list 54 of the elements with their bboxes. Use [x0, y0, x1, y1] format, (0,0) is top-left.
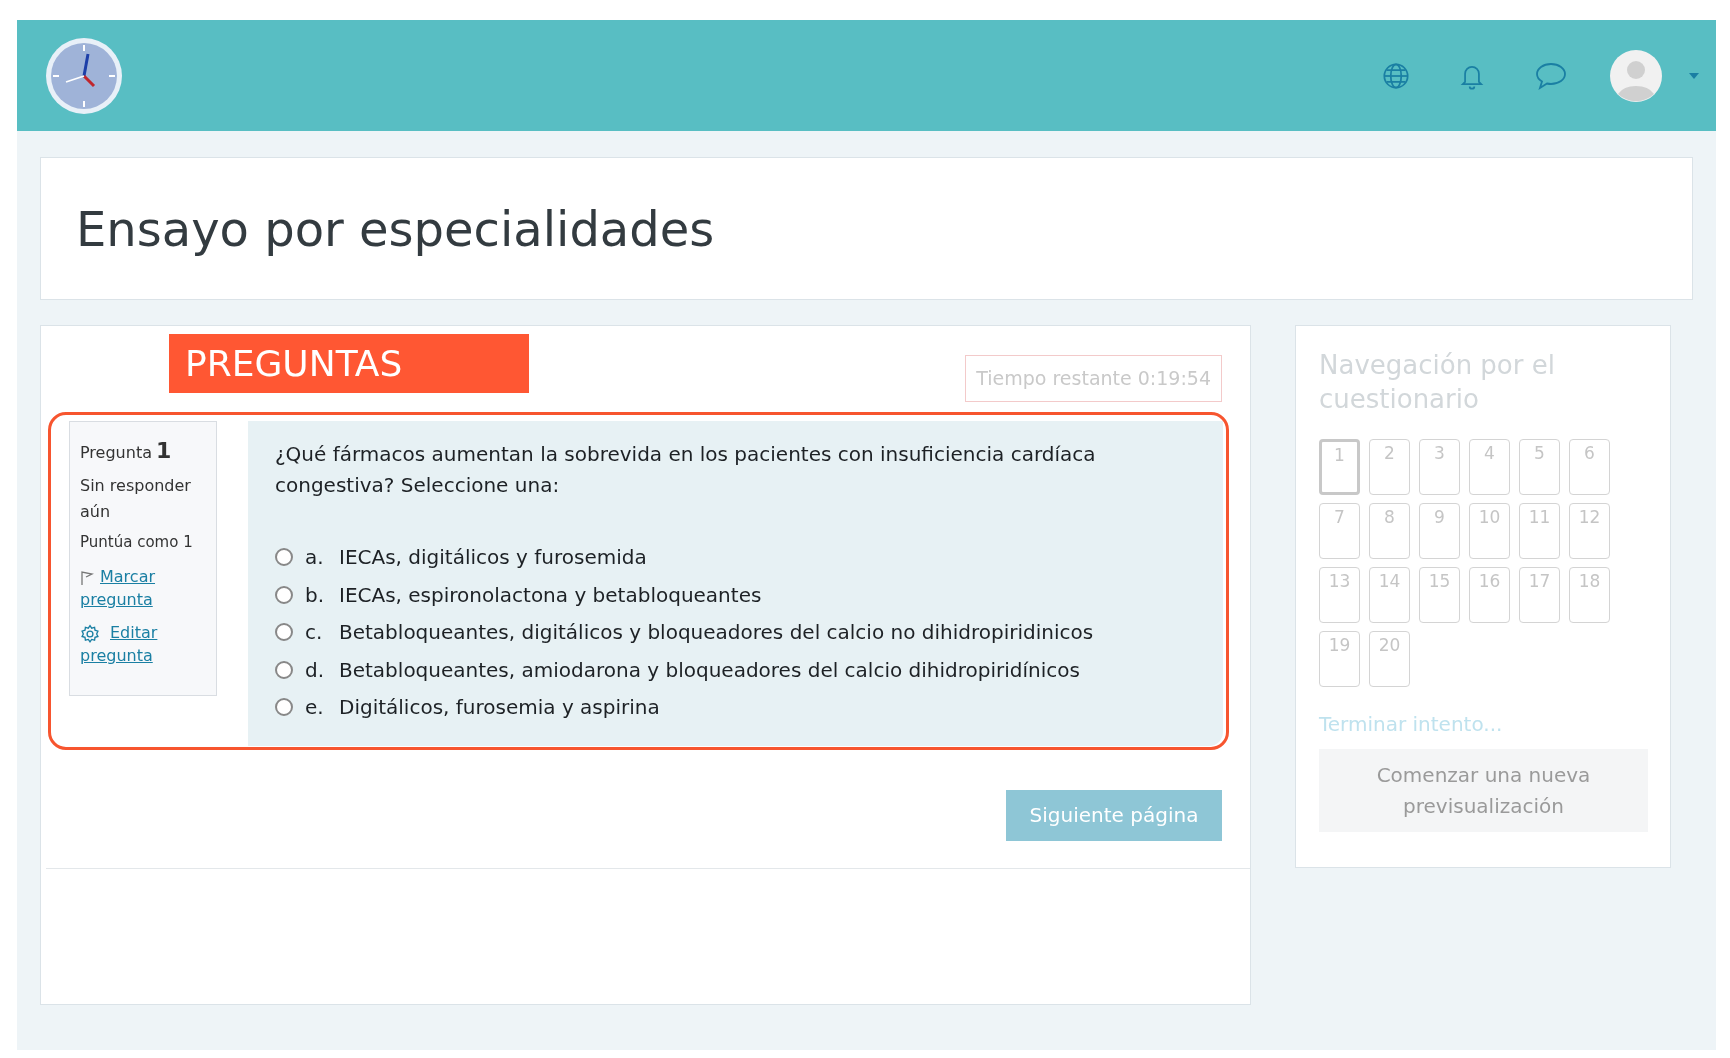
option-letter: e.	[305, 694, 325, 722]
radio-button[interactable]	[275, 660, 293, 679]
question-nav-button[interactable]: 1	[1319, 439, 1360, 495]
next-page-button[interactable]: Siguiente página	[1006, 789, 1222, 841]
question-nav-button[interactable]: 4	[1469, 439, 1510, 495]
question-nav-button[interactable]: 13	[1319, 567, 1360, 623]
question-nav-button[interactable]: 5	[1519, 439, 1560, 495]
question-nav-button[interactable]: 10	[1469, 503, 1510, 559]
question-nav-button[interactable]: 8	[1369, 503, 1410, 559]
option-label[interactable]: IECAs, digitálicos y furosemida	[339, 542, 647, 573]
question-nav-button[interactable]: 11	[1519, 503, 1560, 559]
question-label: Pregunta	[80, 441, 152, 464]
option-label[interactable]: IECAs, espironolactona y betabloqueantes	[339, 579, 762, 610]
option-label[interactable]: Betabloqueantes, digitálicos y bloqueadores del calcio no dihidropiridinicos	[339, 617, 1094, 648]
globe-icon[interactable]	[1382, 61, 1410, 90]
radio-button[interactable]	[275, 585, 293, 604]
finish-attempt-link[interactable]: Terminar intento...	[1319, 709, 1647, 739]
option-label[interactable]: Betabloqueantes, amiodarona y bloqueadores del calcio dihidropiridínicos	[339, 654, 1080, 685]
radio-button[interactable]	[275, 623, 293, 642]
page-title: Ensayo por especialidades	[76, 199, 715, 259]
question-nav-button[interactable]: 18	[1569, 567, 1610, 623]
question-nav-button[interactable]: 16	[1469, 567, 1510, 623]
question-nav-button[interactable]: 3	[1419, 439, 1460, 495]
option-letter: a.	[305, 544, 325, 572]
chat-bubble-icon[interactable]	[1534, 60, 1568, 91]
settings-icon	[80, 623, 100, 644]
question-nav-button[interactable]: 9	[1419, 503, 1460, 559]
question-text: ¿Qué fármacos aumentan la sobrevida en los pacientes con insuficiencia cardíaca congestiva? Seleccione una:	[275, 440, 1097, 499]
option-letter: c.	[305, 619, 324, 647]
edit-question-link[interactable]: Editar pregunta	[80, 621, 206, 667]
flag-question-link[interactable]: Marcar pregunta	[80, 565, 206, 611]
caret-icon[interactable]	[1689, 72, 1699, 79]
new-preview-button[interactable]: Comenzar una nueva previsualización	[1319, 749, 1648, 832]
question-nav-button[interactable]: 14	[1369, 567, 1410, 623]
clock-logo-icon[interactable]	[44, 35, 124, 116]
question-nav-button[interactable]: 20	[1369, 631, 1410, 687]
option-letter: b.	[305, 581, 326, 609]
question-nav-button[interactable]: 2	[1369, 439, 1410, 495]
question-status: Sin responder aún	[80, 474, 192, 523]
radio-button[interactable]	[275, 698, 293, 717]
question-nav-button[interactable]: 12	[1569, 503, 1610, 559]
question-number: 1	[155, 436, 172, 465]
question-nav-button[interactable]: 7	[1319, 503, 1360, 559]
question-points: Puntúa como 1	[80, 531, 194, 553]
radio-button[interactable]	[275, 548, 293, 567]
section-banner: PREGUNTAS	[169, 334, 529, 393]
avatar-icon[interactable]	[1610, 49, 1662, 102]
option-label[interactable]: Digitálicos, furosemia y aspirina	[339, 692, 660, 723]
option-letter: d.	[305, 656, 326, 684]
question-nav-button[interactable]: 6	[1569, 439, 1610, 495]
question-nav-button[interactable]: 19	[1319, 631, 1360, 687]
question-nav-button[interactable]: 17	[1519, 567, 1560, 623]
flag-icon	[80, 569, 94, 586]
question-nav-button[interactable]: 15	[1419, 567, 1460, 623]
